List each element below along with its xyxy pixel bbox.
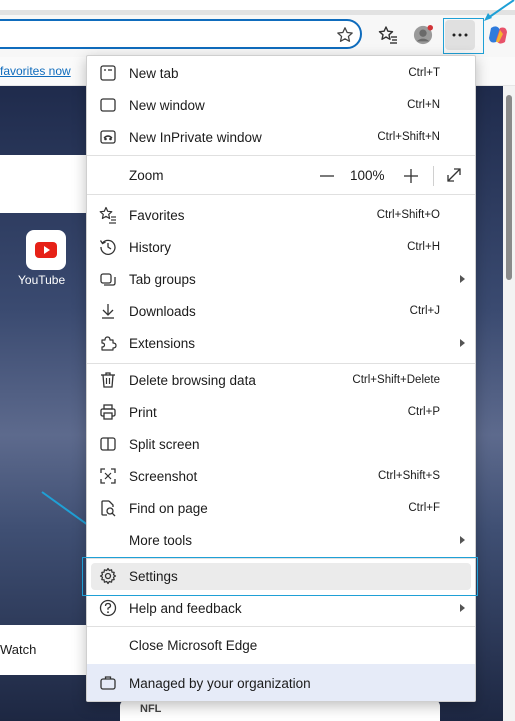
menu-item-label: Split screen [129, 437, 200, 452]
menu-item-shortcut: Ctrl+J [409, 305, 440, 317]
copilot-icon[interactable] [487, 24, 509, 46]
menu-item-shortcut: Ctrl+P [407, 406, 440, 418]
download-icon [102, 304, 114, 319]
menu-item-label: New window [129, 98, 205, 113]
menu-item-label: Delete browsing data [129, 373, 256, 388]
menu-item-delete-browsing-data[interactable]: Delete browsing data Ctrl+Shift+Delete [87, 365, 475, 395]
watch-label: Watch [0, 642, 37, 657]
submenu-chevron-icon [460, 275, 465, 283]
history-icon [99, 239, 116, 255]
menu-item-help-and-feedback[interactable]: Help and feedback [87, 593, 475, 623]
menu-item-shortcut: Ctrl+F [408, 502, 440, 514]
menu-item-shortcut: Ctrl+N [407, 99, 440, 111]
menu-item-label: More tools [129, 533, 193, 548]
menu-item-label: Print [129, 405, 157, 420]
menu-item-screenshot[interactable]: Screenshot Ctrl+Shift+S [87, 461, 475, 491]
youtube-icon [35, 242, 57, 258]
youtube-tile-label: YouTube [18, 273, 66, 287]
menu-item-extensions[interactable]: Extensions [87, 328, 475, 358]
menu-item-shortcut: Ctrl+Shift+O [376, 209, 440, 221]
screenshot-icon [100, 468, 116, 484]
managed-label: Managed by your organization [129, 676, 311, 691]
menu-item-shortcut: Ctrl+Shift+N [377, 131, 440, 143]
favorites-icon [99, 206, 116, 224]
trash-icon [101, 372, 115, 388]
menu-item-label: History [129, 240, 172, 255]
zoom-level: 100% [350, 168, 385, 183]
menu-item-print[interactable]: Print Ctrl+P [87, 397, 475, 427]
menu-item-zoom: Zoom 100% [87, 160, 475, 190]
youtube-tile[interactable] [26, 230, 66, 270]
menu-item-favorites[interactable]: Favorites Ctrl+Shift+O [87, 200, 475, 230]
menu-item-label: Tab groups [129, 272, 196, 287]
menu-item-label: New tab [129, 66, 179, 81]
submenu-chevron-icon [460, 604, 465, 612]
inprivate-icon [100, 130, 116, 144]
extensions-puzzle-icon [101, 336, 117, 351]
full-screen-icon[interactable] [445, 166, 463, 184]
menu-item-close-microsoft-edge[interactable]: Close Microsoft Edge [87, 630, 475, 660]
annotation-arrow-top [484, 0, 515, 21]
menu-item-shortcut: Ctrl+H [407, 241, 440, 253]
menu-item-shortcut: Ctrl+Shift+Delete [352, 374, 440, 386]
window-top [0, 0, 515, 10]
annotation-highlight-menu-button [443, 18, 484, 54]
menu-item-new-tab[interactable]: New tab Ctrl+T [87, 58, 475, 88]
news-card-fragment[interactable]: NFL [120, 700, 440, 721]
menu-item-label: Find on page [129, 501, 208, 516]
menu-item-tab-groups[interactable]: Tab groups [87, 264, 475, 294]
new-window-icon [100, 98, 116, 112]
news-card-label: NFL [140, 703, 162, 715]
page-scrollbar-thumb[interactable] [506, 95, 512, 280]
profile-avatar-icon[interactable] [413, 25, 433, 45]
favorites-link[interactable]: favorites now [0, 64, 71, 78]
split-screen-icon [100, 437, 116, 451]
help-icon [99, 599, 117, 617]
menu-divider [87, 155, 475, 156]
menu-item-label: Help and feedback [129, 601, 242, 616]
menu-item-label: Zoom [129, 168, 164, 183]
menu-item-new-window[interactable]: New window Ctrl+N [87, 90, 475, 120]
printer-icon [100, 404, 116, 420]
search-box-fragment[interactable] [0, 155, 90, 213]
annotation-highlight-settings [82, 557, 478, 596]
menu-divider [87, 626, 475, 627]
submenu-chevron-icon [460, 536, 465, 544]
briefcase-icon [100, 676, 116, 690]
menu-item-shortcut: Ctrl+T [408, 67, 440, 79]
menu-item-label: Extensions [129, 336, 196, 351]
menu-item-label: Close Microsoft Edge [129, 638, 258, 653]
find-on-page-icon [101, 500, 116, 517]
submenu-chevron-icon [460, 339, 465, 347]
new-tab-icon [100, 65, 116, 81]
menu-item-more-tools[interactable]: More tools [87, 525, 475, 555]
menu-item-managed-by-organization[interactable]: Managed by your organization [87, 664, 475, 701]
menu-divider [87, 363, 475, 364]
settings-and-more-menu: New tab Ctrl+T New window Ctrl+N New InP… [86, 55, 476, 702]
add-favorite-star-icon[interactable] [336, 26, 354, 44]
menu-item-label: Favorites [129, 208, 185, 223]
favorites-list-icon[interactable] [378, 25, 398, 45]
tab-groups-icon [100, 273, 116, 286]
zoom-out-icon[interactable] [317, 166, 337, 186]
zoom-divider [433, 166, 434, 186]
menu-item-label: Downloads [129, 304, 196, 319]
menu-item-new-inprivate-window[interactable]: New InPrivate window Ctrl+Shift+N [87, 122, 475, 152]
menu-item-find-on-page[interactable]: Find on page Ctrl+F [87, 493, 475, 523]
menu-divider [87, 194, 475, 195]
menu-item-downloads[interactable]: Downloads Ctrl+J [87, 296, 475, 326]
menu-item-label: Screenshot [129, 469, 198, 484]
menu-item-label: New InPrivate window [129, 130, 262, 145]
menu-item-shortcut: Ctrl+Shift+S [378, 470, 440, 482]
menu-item-history[interactable]: History Ctrl+H [87, 232, 475, 262]
address-bar[interactable] [0, 19, 362, 49]
zoom-in-icon[interactable] [401, 166, 421, 186]
browser-toolbar [0, 15, 515, 57]
menu-item-split-screen[interactable]: Split screen [87, 429, 475, 459]
